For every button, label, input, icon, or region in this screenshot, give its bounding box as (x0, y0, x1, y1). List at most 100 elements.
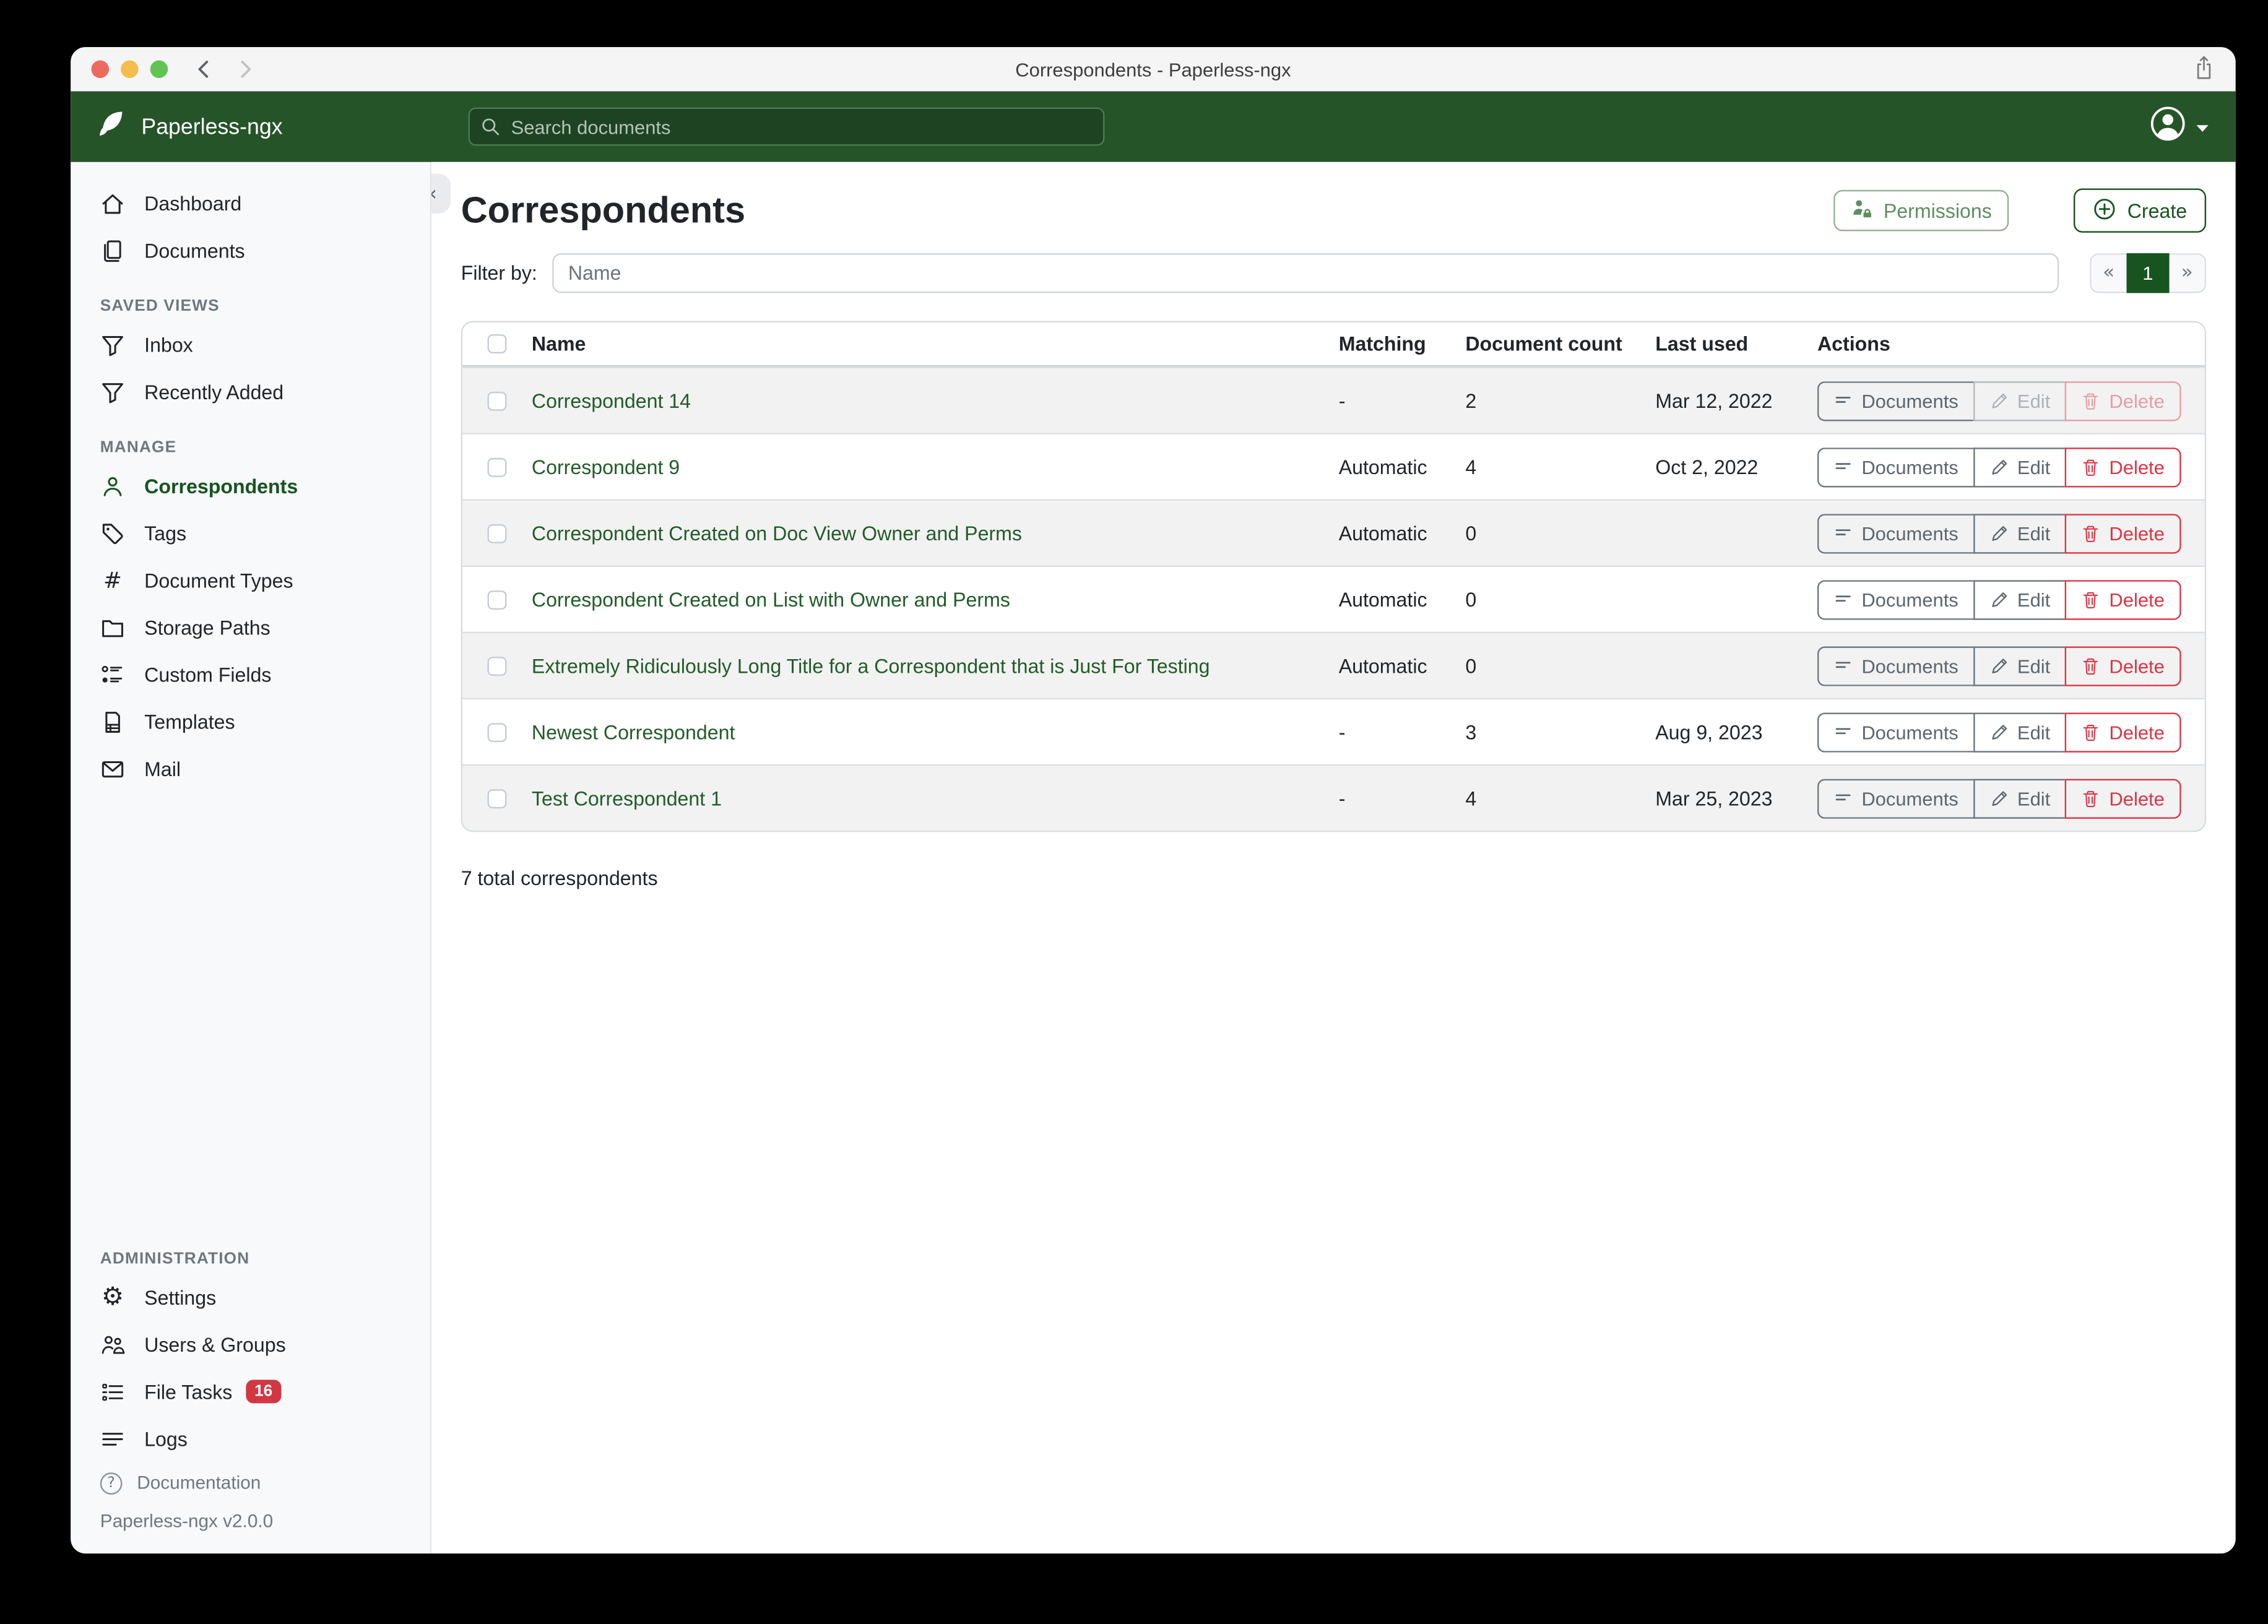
documents-button[interactable]: Documents (1817, 447, 1973, 486)
count-cell: 0 (1465, 522, 1655, 544)
minimize-window-button[interactable] (121, 61, 139, 79)
delete-button[interactable]: Delete (2065, 513, 2181, 553)
row-checkbox[interactable] (488, 391, 507, 410)
sidebar-item-tags[interactable]: Tags (71, 509, 430, 556)
correspondent-link[interactable]: Correspondent 9 (532, 456, 680, 478)
row-checkbox[interactable] (488, 656, 507, 675)
correspondent-link[interactable]: Correspondent 14 (532, 389, 691, 412)
create-button[interactable]: Create (2074, 189, 2206, 233)
last-used-cell: Mar 25, 2023 (1655, 787, 1817, 810)
sidebar-item-label: Templates (144, 710, 235, 733)
select-all-checkbox[interactable] (488, 334, 507, 353)
last-used-cell: Aug 9, 2023 (1655, 721, 1817, 743)
browser-forward-icon[interactable] (237, 59, 255, 79)
edit-button[interactable]: Edit (1973, 447, 2065, 486)
sidebar-item-recently-added[interactable]: Recently Added (71, 368, 430, 415)
col-header-document-count[interactable]: Document count (1465, 333, 1655, 355)
pagination-page-1[interactable]: 1 (2126, 253, 2170, 293)
edit-label: Edit (2017, 389, 2050, 412)
row-checkbox[interactable] (488, 524, 507, 543)
sidebar-item-inbox[interactable]: Inbox (71, 321, 430, 368)
documents-button[interactable]: Documents (1817, 381, 1973, 420)
row-checkbox[interactable] (488, 590, 507, 609)
sidebar-item-custom-fields[interactable]: Custom Fields (71, 651, 430, 698)
row-checkbox[interactable] (488, 457, 507, 477)
sidebar-item-label: Mail (144, 758, 181, 780)
custom-fields-icon (100, 662, 125, 686)
documents-label: Documents (1861, 787, 1958, 810)
matching-cell: Automatic (1339, 655, 1466, 677)
sidebar-collapse-button[interactable]: « (431, 174, 451, 214)
documents-button[interactable]: Documents (1817, 579, 1973, 619)
delete-button[interactable]: Delete (2065, 579, 2181, 619)
correspondent-link[interactable]: Newest Correspondent (532, 721, 735, 743)
delete-label: Delete (2109, 588, 2164, 610)
table-row: Correspondent Created on Doc View Owner … (462, 499, 2205, 566)
row-checkbox[interactable] (488, 788, 507, 808)
browser-back-icon[interactable] (194, 59, 212, 79)
sidebar-item-label: Custom Fields (144, 663, 271, 686)
matching-cell: - (1339, 787, 1466, 810)
table-row: Correspondent 14 - 2 Mar 12, 2022 Docume… (462, 366, 2205, 433)
correspondent-link[interactable]: Correspondent Created on Doc View Owner … (532, 522, 1022, 544)
edit-button[interactable]: Edit (1973, 646, 2065, 685)
sidebar-item-correspondents[interactable]: Correspondents (71, 462, 430, 509)
sidebar-item-document-types[interactable]: # Document Types (71, 556, 430, 603)
delete-button[interactable]: Delete (2065, 381, 2181, 420)
sidebar-item-users-groups[interactable]: Users & Groups (71, 1321, 430, 1368)
sidebar-item-documents[interactable]: Documents (71, 227, 430, 274)
edit-button[interactable]: Edit (1973, 381, 2065, 420)
folder-icon (100, 615, 125, 639)
correspondent-link[interactable]: Correspondent Created on List with Owner… (532, 588, 1010, 610)
col-header-name[interactable]: Name (532, 333, 1339, 355)
col-header-last-used[interactable]: Last used (1655, 333, 1817, 355)
sidebar-item-settings[interactable]: ⚙ Settings (71, 1274, 430, 1321)
sidebar-item-logs[interactable]: Logs (71, 1415, 430, 1462)
delete-label: Delete (2109, 655, 2164, 677)
documents-button[interactable]: Documents (1817, 712, 1973, 751)
app-window: Correspondents - Paperless-ngx Paperless… (71, 47, 2235, 1553)
sidebar-item-dashboard[interactable]: Dashboard (71, 179, 430, 227)
documents-button[interactable]: Documents (1817, 513, 1973, 553)
table-row: Correspondent Created on List with Owner… (462, 566, 2205, 632)
documentation-link[interactable]: ? Documentation (71, 1462, 430, 1504)
edit-button[interactable]: Edit (1973, 579, 2065, 619)
pagination-next-button[interactable]: » (2170, 253, 2206, 293)
edit-label: Edit (2017, 588, 2050, 610)
correspondent-link[interactable]: Extremely Ridiculously Long Title for a … (532, 655, 1210, 677)
delete-button[interactable]: Delete (2065, 778, 2181, 818)
col-header-matching[interactable]: Matching (1339, 333, 1466, 355)
account-menu[interactable] (2149, 104, 2209, 150)
brand[interactable]: Paperless-ngx (94, 108, 282, 146)
search-input[interactable] (469, 108, 1105, 146)
create-label: Create (2127, 199, 2187, 222)
count-cell: 0 (1465, 588, 1655, 610)
edit-button[interactable]: Edit (1973, 513, 2065, 553)
pagination-prev-button[interactable]: « (2090, 253, 2126, 293)
edit-button[interactable]: Edit (1973, 712, 2065, 751)
sidebar-item-label: Inbox (144, 334, 193, 356)
section-saved-views: SAVED VIEWS (71, 286, 430, 321)
sidebar-item-storage-paths[interactable]: Storage Paths (71, 603, 430, 650)
permissions-button[interactable]: Permissions (1833, 190, 2009, 231)
avatar-icon (2149, 104, 2187, 150)
documents-button[interactable]: Documents (1817, 646, 1973, 685)
correspondent-link[interactable]: Test Correspondent 1 (532, 787, 722, 810)
file-tasks-badge: 16 (246, 1380, 282, 1403)
delete-button[interactable]: Delete (2065, 646, 2181, 685)
row-checkbox[interactable] (488, 722, 507, 741)
documentation-label: Documentation (137, 1472, 261, 1493)
close-window-button[interactable] (92, 61, 110, 79)
delete-button[interactable]: Delete (2065, 447, 2181, 486)
count-cell: 4 (1465, 787, 1655, 810)
sidebar-item-mail[interactable]: Mail (71, 745, 430, 792)
delete-button[interactable]: Delete (2065, 712, 2181, 751)
share-icon[interactable] (2193, 54, 2215, 90)
filter-name-input[interactable] (552, 253, 2059, 293)
sidebar-item-label: Storage Paths (144, 616, 271, 639)
documents-button[interactable]: Documents (1817, 778, 1973, 818)
zoom-window-button[interactable] (150, 61, 168, 79)
sidebar-item-file-tasks[interactable]: File Tasks 16 (71, 1368, 430, 1415)
edit-button[interactable]: Edit (1973, 778, 2065, 818)
sidebar-item-templates[interactable]: Templates (71, 698, 430, 745)
